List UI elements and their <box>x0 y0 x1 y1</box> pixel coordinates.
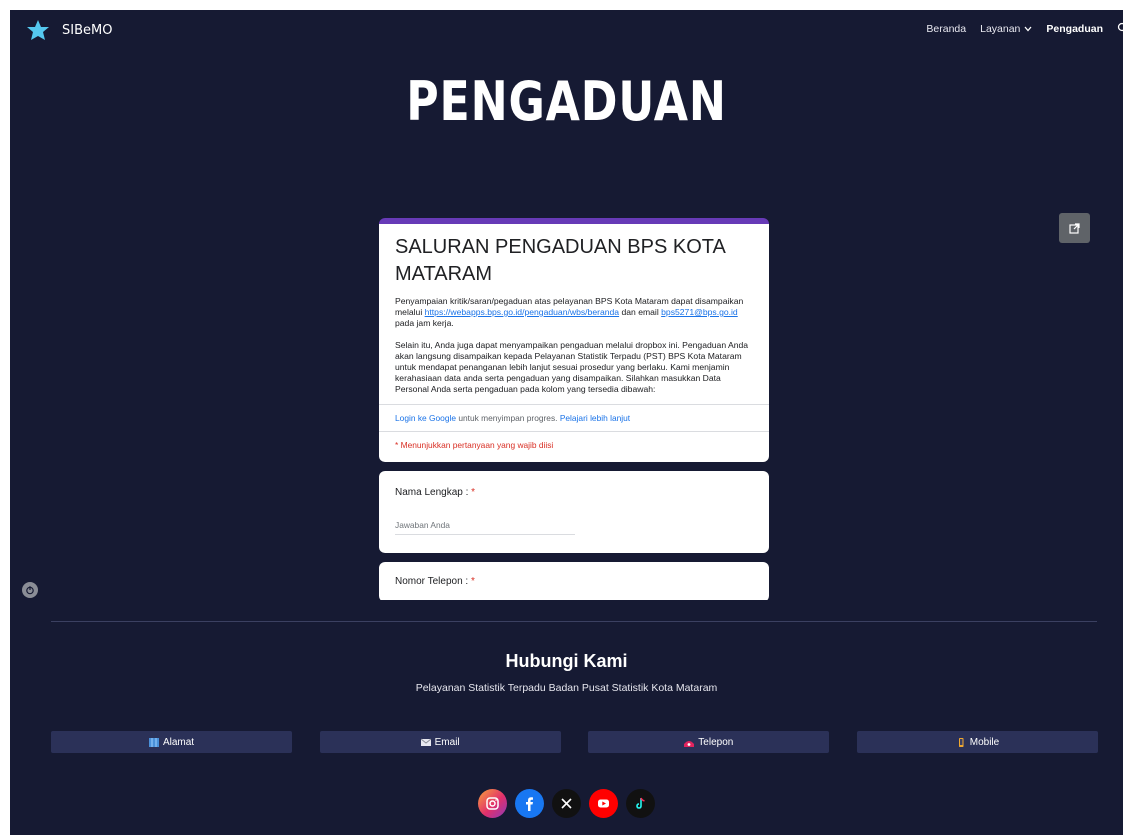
external-link-icon <box>1069 222 1080 234</box>
nav-item-pengaduan[interactable]: Pengaduan <box>1046 23 1103 35</box>
social-links <box>10 789 1123 818</box>
nav-overflow-icon[interactable] <box>1117 22 1123 35</box>
accessibility-button[interactable] <box>22 582 38 598</box>
required-star: * <box>470 576 475 587</box>
contact-subtitle: Pelayanan Statistik Terpadu Badan Pusat … <box>415 682 718 694</box>
page-title: PENGADUAN <box>406 70 727 133</box>
contact-title: Hubungi Kami <box>505 651 628 671</box>
map-icon <box>148 737 159 747</box>
youtube-button[interactable] <box>589 789 618 818</box>
footer-divider <box>51 621 1097 622</box>
chevron-down-icon <box>1024 26 1032 31</box>
envelope-icon <box>420 738 431 746</box>
telepon-button[interactable]: Telepon <box>588 731 830 753</box>
question-label: Nama Lengkap : * <box>395 487 753 498</box>
email-label: Email <box>434 736 460 748</box>
required-star: * <box>471 487 476 498</box>
form-title: SALURAN PENGADUAN BPS KOTA MATARAM <box>395 236 725 285</box>
email-link[interactable]: bps5271@bps.go.id <box>661 307 738 317</box>
tiktok-icon <box>636 797 645 809</box>
navbar: SIBeMO Beranda Layanan Pengaduan <box>10 10 1123 50</box>
telepon-label: Telepon <box>698 736 734 748</box>
brand-logo[interactable]: SIBeMO <box>26 19 112 41</box>
form-header-card: SALURAN PENGADUAN BPS KOTA MATARAM Penya… <box>379 218 769 462</box>
learn-more-link[interactable]: Pelajari lebih lanjut <box>560 413 630 423</box>
login-row: Login ke Google untuk menyimpan progres.… <box>395 405 753 431</box>
page: SIBeMO Beranda Layanan Pengaduan PENGADU… <box>10 10 1123 835</box>
alamat-button[interactable]: Alamat <box>51 731 292 753</box>
phone-icon <box>684 740 695 747</box>
instagram-icon <box>486 797 499 810</box>
nama-lengkap-input[interactable]: Jawaban Anda <box>395 520 575 535</box>
brand-name: SIBeMO <box>62 22 113 38</box>
required-note: * Menunjukkan pertanyaan yang wajib diis… <box>395 440 554 450</box>
wbs-link[interactable]: https://webapps.bps.go.id/pengaduan/wbs/… <box>425 307 619 317</box>
mobile-icon <box>958 737 964 747</box>
nav-menu: Beranda Layanan Pengaduan <box>926 22 1123 35</box>
question-text: Nama Lengkap : <box>395 487 472 498</box>
tiktok-button[interactable] <box>626 789 655 818</box>
power-icon <box>26 586 34 595</box>
facebook-icon <box>526 797 533 811</box>
question-label: Nomor Telepon : * <box>395 576 753 587</box>
mobile-button[interactable]: Mobile <box>856 731 1098 753</box>
x-icon <box>561 798 572 809</box>
instagram-button[interactable] <box>478 789 507 818</box>
google-form-embed[interactable]: SALURAN PENGADUAN BPS KOTA MATARAM Penya… <box>379 218 769 600</box>
question-text: Nomor Telepon : <box>395 576 471 587</box>
email-button[interactable]: Email <box>319 731 561 753</box>
mobile-label: Mobile <box>969 736 1000 748</box>
nav-item-beranda[interactable]: Beranda <box>926 23 966 35</box>
facebook-button[interactable] <box>515 789 544 818</box>
x-button[interactable] <box>552 789 581 818</box>
nav-item-layanan[interactable]: Layanan <box>980 23 1032 35</box>
desc-text: dan email <box>619 307 662 317</box>
question-card-nama: Nama Lengkap : * Jawaban Anda <box>379 471 769 553</box>
desc-paragraph-2: Selain itu, Anda juga dapat menyampaikan… <box>395 340 749 394</box>
question-card-telepon: Nomor Telepon : * <box>379 562 769 600</box>
desc-text: pada jam kerja. <box>395 318 454 328</box>
open-external-button[interactable] <box>1059 213 1090 243</box>
login-text: untuk menyimpan progres. <box>456 413 560 423</box>
youtube-icon <box>598 799 609 808</box>
contact-buttons: Alamat Email Telepon Mobile <box>51 731 1098 753</box>
form-description: Penyampaian kritik/saran/pegaduan atas p… <box>395 296 753 395</box>
nav-item-layanan-label: Layanan <box>980 22 1021 35</box>
star-logo-icon <box>27 20 49 40</box>
google-login-link[interactable]: Login ke Google <box>395 413 456 423</box>
alamat-label: Alamat <box>162 736 195 748</box>
